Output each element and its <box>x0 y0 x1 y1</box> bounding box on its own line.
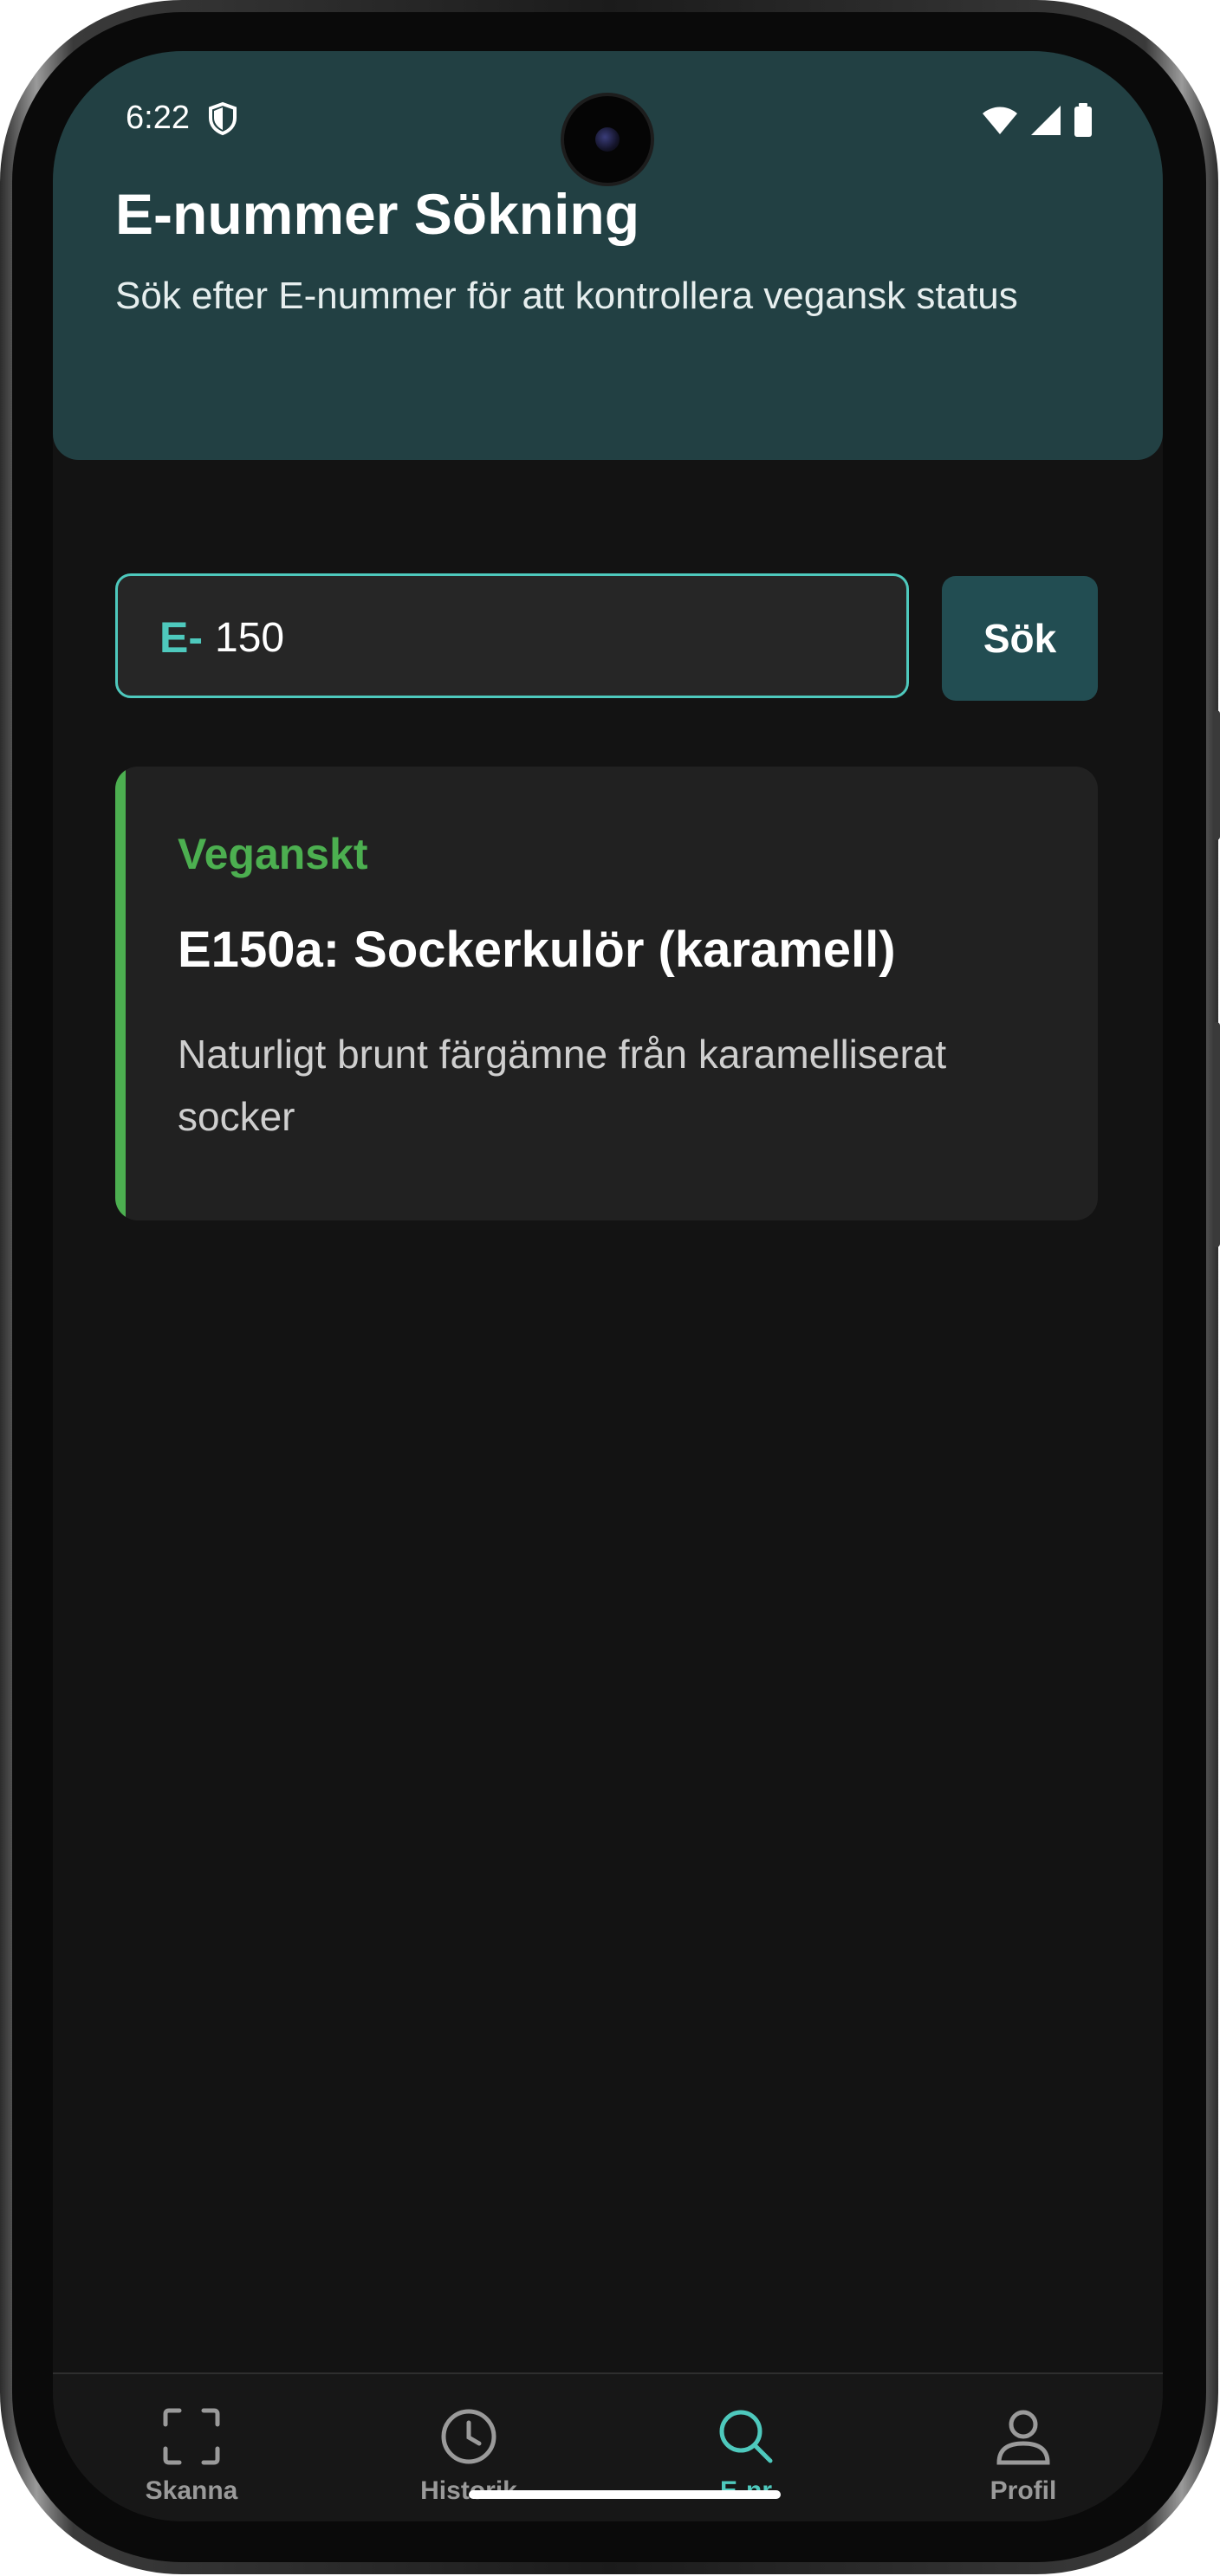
search-button[interactable]: Sök <box>942 576 1098 701</box>
front-camera <box>564 96 651 183</box>
header: 6:22 E-nummer Sökning Sök efter E-nummer… <box>53 51 1163 460</box>
status-bar: 6:22 <box>53 51 1163 183</box>
person-icon <box>937 2405 1110 2468</box>
result-card: Veganskt E150a: Sockerkulör (karamell) N… <box>115 767 1098 1220</box>
search-field[interactable]: E- <box>115 573 909 698</box>
search-icon <box>659 2405 833 2468</box>
e-prefix-label: E- <box>159 613 203 662</box>
phone-frame: 6:22 E-nummer Sökning Sök efter E-nummer… <box>0 0 1220 2574</box>
bottom-nav: Skanna Historik E-nr <box>53 2372 1163 2521</box>
scan-icon <box>105 2405 278 2468</box>
status-icons <box>981 103 1093 142</box>
vegan-status-accent-bar <box>115 767 126 1220</box>
clock-icon <box>382 2405 555 2468</box>
nav-label-scan: Skanna <box>145 2476 238 2505</box>
battery-icon <box>1073 103 1093 142</box>
home-indicator[interactable] <box>469 2490 781 2499</box>
power-button <box>1213 710 1220 840</box>
shield-icon <box>207 101 242 136</box>
vegan-status-label: Veganskt <box>178 830 368 878</box>
nav-label-profile: Profil <box>990 2476 1057 2505</box>
status-time: 6:22 <box>126 100 190 136</box>
page-title: E-nummer Sökning <box>115 182 640 246</box>
page-subtitle: Sök efter E-nummer för att kontrollera v… <box>115 275 1018 317</box>
wifi-icon <box>981 105 1019 140</box>
volume-button <box>1213 1022 1220 1247</box>
signal-icon <box>1029 104 1062 141</box>
result-title: E150a: Sockerkulör (karamell) <box>178 922 896 978</box>
result-description: Naturligt brunt färgämne från karamellis… <box>178 1032 947 1139</box>
app-screen: 6:22 E-nummer Sökning Sök efter E-nummer… <box>53 51 1163 2521</box>
nav-item-scan[interactable]: Skanna <box>105 2405 278 2506</box>
e-number-input[interactable] <box>213 602 875 673</box>
nav-item-profile[interactable]: Profil <box>937 2405 1110 2506</box>
